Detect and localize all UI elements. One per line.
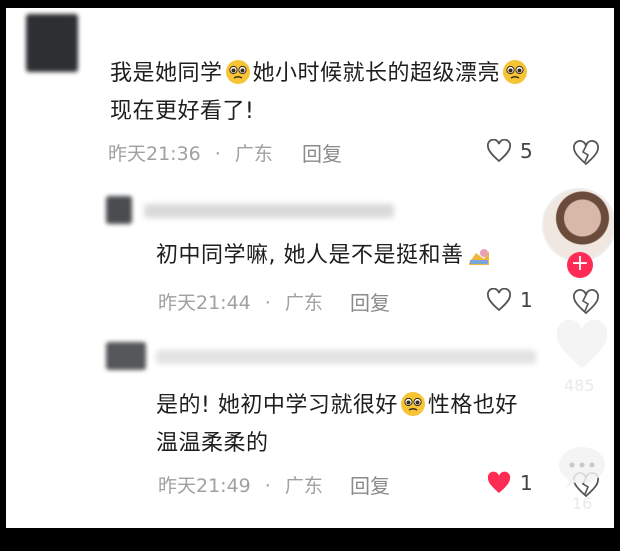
timestamp: 昨天21:36 [108, 143, 201, 165]
comment-text-part: 她小时候就长的超级漂亮 [252, 61, 501, 86]
comment-text-part: 初中同学嘛, 她人是不是挺和善 [156, 243, 464, 268]
location-separator: · [214, 143, 221, 165]
heart-outline-icon [487, 139, 511, 163]
comment-meta: 昨天21:44 · 广东 [158, 291, 337, 315]
overlay-comment-icon[interactable] [556, 444, 608, 490]
thinking-emoji-icon [468, 249, 489, 265]
like-count: 5 [520, 139, 533, 163]
avatar[interactable] [106, 196, 132, 224]
location-separator: · [264, 292, 271, 314]
overlay-heart-icon[interactable] [554, 320, 610, 372]
avatar[interactable] [26, 14, 78, 72]
avatar[interactable] [106, 342, 146, 370]
overlay-like-count: 485 [564, 376, 595, 395]
timestamp: 昨天21:49 [158, 475, 251, 497]
comment-panel: 我是她同学 她小时候就长的超级漂亮 现在更好看了! 昨天21:36 · 广东 回复 5… [6, 8, 614, 528]
dislike-icon[interactable] [572, 140, 600, 166]
overlay-comment-count: 16 [572, 494, 593, 513]
like-button[interactable]: 5 [486, 139, 533, 163]
pleading-face-icon [400, 392, 425, 416]
comment-text-line2: 现在更好看了! [110, 99, 255, 124]
username-blurred [156, 350, 536, 364]
like-button[interactable]: 1 [486, 471, 533, 495]
like-count: 1 [520, 288, 533, 312]
comment-text-part: 性格也好 [427, 393, 518, 418]
like-count: 1 [520, 471, 533, 495]
heart-outline-icon [487, 288, 511, 312]
comment-text-part: 我是她同学 [110, 61, 223, 86]
dislike-icon[interactable] [572, 289, 600, 315]
like-button[interactable]: 1 [486, 288, 533, 312]
location-separator: · [264, 475, 271, 497]
comment-meta: 昨天21:49 · 广东 [158, 474, 337, 498]
comment-text-line2: 温温柔柔的 [156, 431, 269, 456]
comment-text-part: 是的! 她初中学习就很好 [156, 393, 398, 418]
pleading-face-icon [225, 60, 250, 84]
comment-text: 初中同学嘛, 她人是不是挺和善 [156, 240, 494, 272]
comment-text: 是的! 她初中学习就很好 性格也好 [156, 390, 518, 422]
location: 广东 [284, 475, 323, 497]
timestamp: 昨天21:44 [158, 292, 251, 314]
heart-filled-icon [487, 471, 511, 493]
location: 广东 [284, 292, 323, 314]
reply-button[interactable]: 回复 [350, 291, 390, 315]
follow-button[interactable]: + [567, 252, 593, 278]
comment-meta: 昨天21:36 · 广东 [108, 142, 287, 166]
location: 广东 [234, 143, 273, 165]
pleading-face-icon [503, 60, 528, 84]
username-blurred [144, 204, 394, 218]
reply-button[interactable]: 回复 [302, 142, 342, 166]
comment-text: 我是她同学 她小时候就长的超级漂亮 [110, 58, 530, 90]
reply-button[interactable]: 回复 [350, 474, 390, 498]
